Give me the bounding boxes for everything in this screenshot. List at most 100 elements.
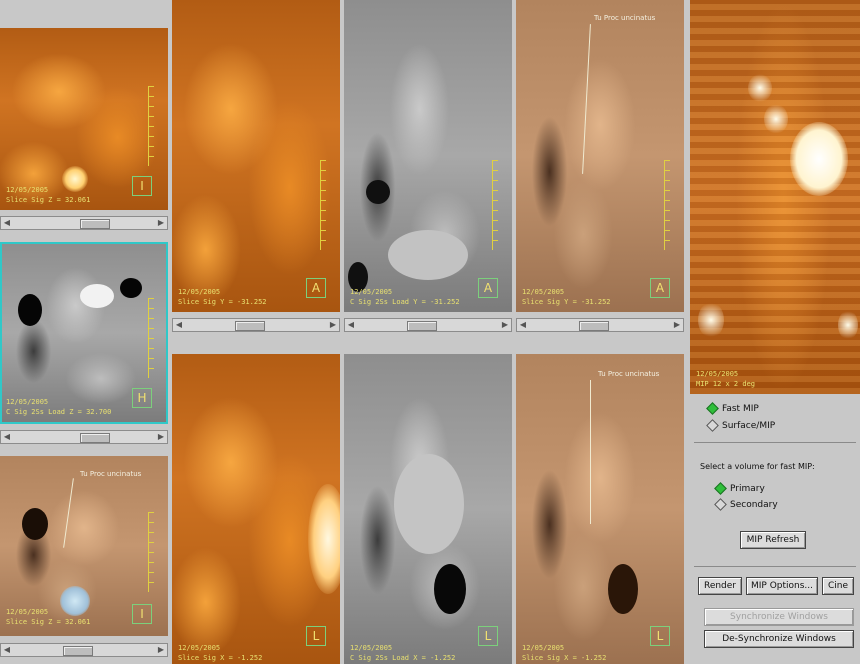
orientation-marker: L — [306, 626, 326, 646]
slice-info: Slice Sig Y = -31.252 — [178, 298, 267, 306]
study-date: 12/05/2005 — [178, 644, 221, 652]
mip-options-button[interactable]: MIP Options... — [746, 577, 818, 595]
annotation-line — [63, 478, 74, 548]
study-date: 12/05/2005 — [6, 608, 49, 616]
study-date: 12/05/2005 — [696, 370, 739, 378]
radio-selected-icon — [714, 482, 727, 495]
viewport-left-mid-ct[interactable]: 12/05/2005 C Sig 2Ss Load Z = 32.700 H — [0, 242, 168, 424]
scrollbar-left-top[interactable]: ◀ ▶ — [0, 216, 168, 230]
scroll-right-arrow-icon[interactable]: ▶ — [499, 319, 511, 331]
hotspot — [838, 310, 858, 340]
viewport-left-top-pet[interactable]: 12/05/2005 Slice Sig Z = 32.061 I — [0, 28, 168, 210]
slice-info: C Sig 2Ss Load Z = 32.700 — [6, 408, 112, 416]
scroll-right-arrow-icon[interactable]: ▶ — [155, 431, 167, 443]
scroll-right-arrow-icon[interactable]: ▶ — [155, 217, 167, 229]
bowel-air — [22, 508, 48, 540]
mip-refresh-button[interactable]: MIP Refresh — [740, 531, 806, 549]
scale-ruler — [148, 298, 155, 378]
scroll-left-arrow-icon[interactable]: ◀ — [345, 319, 357, 331]
scroll-right-arrow-icon[interactable]: ▶ — [155, 644, 167, 656]
surface-mip-radio[interactable]: Surface/MIP — [706, 419, 776, 432]
tumor-hotspot — [60, 586, 90, 616]
slice-info: Slice Sig X = -1.252 — [522, 654, 607, 662]
viewport-bot-pet[interactable]: L 12/05/2005 Slice Sig X = -1.252 — [172, 354, 340, 664]
slice-info: Slice Sig X = -1.252 — [178, 654, 263, 662]
desynchronize-windows-button[interactable]: De-Synchronize Windows — [704, 630, 854, 648]
divider — [694, 566, 856, 567]
scrollbar-thumb[interactable] — [407, 321, 437, 331]
viewport-top-fusion[interactable]: Tu Proc uncinatus 12/05/2005 Slice Sig Y… — [516, 0, 684, 312]
hotspot — [748, 74, 772, 102]
annotation-label: Tu Proc uncinatus — [594, 14, 656, 22]
scale-ruler — [664, 160, 671, 250]
scroll-left-arrow-icon[interactable]: ◀ — [173, 319, 185, 331]
scrollbar-thumb[interactable] — [235, 321, 265, 331]
study-date: 12/05/2005 — [350, 644, 393, 652]
study-date: 12/05/2005 — [522, 288, 565, 296]
slice-info: Slice Sig Y = -31.252 — [522, 298, 611, 306]
scroll-left-arrow-icon[interactable]: ◀ — [1, 644, 13, 656]
scrollbar-left-bot[interactable]: ◀ ▶ — [0, 643, 168, 657]
select-volume-prompt: Select a volume for fast MIP: — [700, 462, 815, 471]
slice-info: C Sig 2Ss Load X = -1.252 — [350, 654, 456, 662]
scroll-left-arrow-icon[interactable]: ◀ — [1, 217, 13, 229]
scroll-left-arrow-icon[interactable]: ◀ — [1, 431, 13, 443]
hotspot — [62, 166, 88, 192]
fast-mip-radio[interactable]: Fast MIP — [706, 402, 759, 415]
render-button[interactable]: Render — [698, 577, 742, 595]
divider — [694, 442, 856, 443]
scrollbar-thumb[interactable] — [80, 433, 110, 443]
scrollbar-left-mid[interactable]: ◀ ▶ — [0, 430, 168, 444]
study-date: 12/05/2005 — [6, 186, 49, 194]
viewport-bot-fusion[interactable]: Tu Proc uncinatus L 12/05/2005 Slice Sig… — [516, 354, 684, 664]
orientation-marker: I — [132, 604, 152, 624]
scroll-right-arrow-icon[interactable]: ▶ — [671, 319, 683, 331]
mip-control-panel: Fast MIP Surface/MIP Select a volume for… — [690, 394, 860, 664]
radio-unselected-icon — [714, 498, 727, 511]
scrollbar-thumb[interactable] — [80, 219, 110, 229]
fast-mip-label: Fast MIP — [722, 404, 759, 414]
synchronize-windows-button[interactable]: Synchronize Windows — [704, 608, 854, 626]
soft-tissue — [394, 454, 464, 554]
soft-tissue — [388, 230, 468, 280]
viewport-top-ct[interactable]: 12/05/2005 C Sig 2Ss Load Y = -31.252 A — [344, 0, 512, 312]
viewport-bot-ct[interactable]: L 12/05/2005 C Sig 2Ss Load X = -1.252 — [344, 354, 512, 664]
slice-info: Slice Sig Z = 32.061 — [6, 618, 91, 626]
orientation-marker: H — [132, 388, 152, 408]
scrollbar-top-fusion[interactable]: ◀ ▶ — [516, 318, 684, 332]
orientation-marker: L — [650, 626, 670, 646]
viewport-top-pet[interactable]: 12/05/2005 Slice Sig Y = -31.252 A — [172, 0, 340, 312]
orientation-marker: A — [478, 278, 498, 298]
cine-button[interactable]: Cine — [822, 577, 854, 595]
viewport-mip[interactable]: 12/05/2005 MIP 12 x 2 deg — [690, 0, 860, 394]
bowel-air — [366, 180, 390, 204]
mip-info: MIP 12 x 2 deg — [696, 380, 756, 388]
orientation-marker: A — [650, 278, 670, 298]
primary-radio[interactable]: Primary — [714, 482, 765, 495]
annotation-label: Tu Proc uncinatus — [80, 470, 142, 478]
surface-mip-label: Surface/MIP — [722, 421, 776, 431]
scroll-left-arrow-icon[interactable]: ◀ — [517, 319, 529, 331]
scrollbar-thumb[interactable] — [579, 321, 609, 331]
viewport-left-bot-fusion[interactable]: Tu Proc uncinatus 12/05/2005 Slice Sig Z… — [0, 456, 168, 636]
scrollbar-top-pet[interactable]: ◀ ▶ — [172, 318, 340, 332]
hotspot — [790, 122, 848, 196]
secondary-radio[interactable]: Secondary — [714, 498, 778, 511]
bright-organ — [80, 284, 114, 308]
radio-selected-icon — [706, 402, 719, 415]
radio-unselected-icon — [706, 419, 719, 432]
bowel-air — [608, 564, 638, 614]
scroll-right-arrow-icon[interactable]: ▶ — [327, 319, 339, 331]
left-column-header — [0, 0, 168, 28]
scale-ruler — [320, 160, 327, 250]
scrollbar-top-ct[interactable]: ◀ ▶ — [344, 318, 512, 332]
orientation-marker: I — [132, 176, 152, 196]
annotation-line — [590, 380, 591, 524]
annotation-label: Tu Proc uncinatus — [598, 370, 660, 378]
orientation-marker: A — [306, 278, 326, 298]
scale-ruler — [148, 512, 155, 592]
study-date: 12/05/2005 — [6, 398, 49, 406]
hotspot — [308, 484, 340, 594]
scrollbar-thumb[interactable] — [63, 646, 93, 656]
hotspot — [698, 302, 724, 338]
